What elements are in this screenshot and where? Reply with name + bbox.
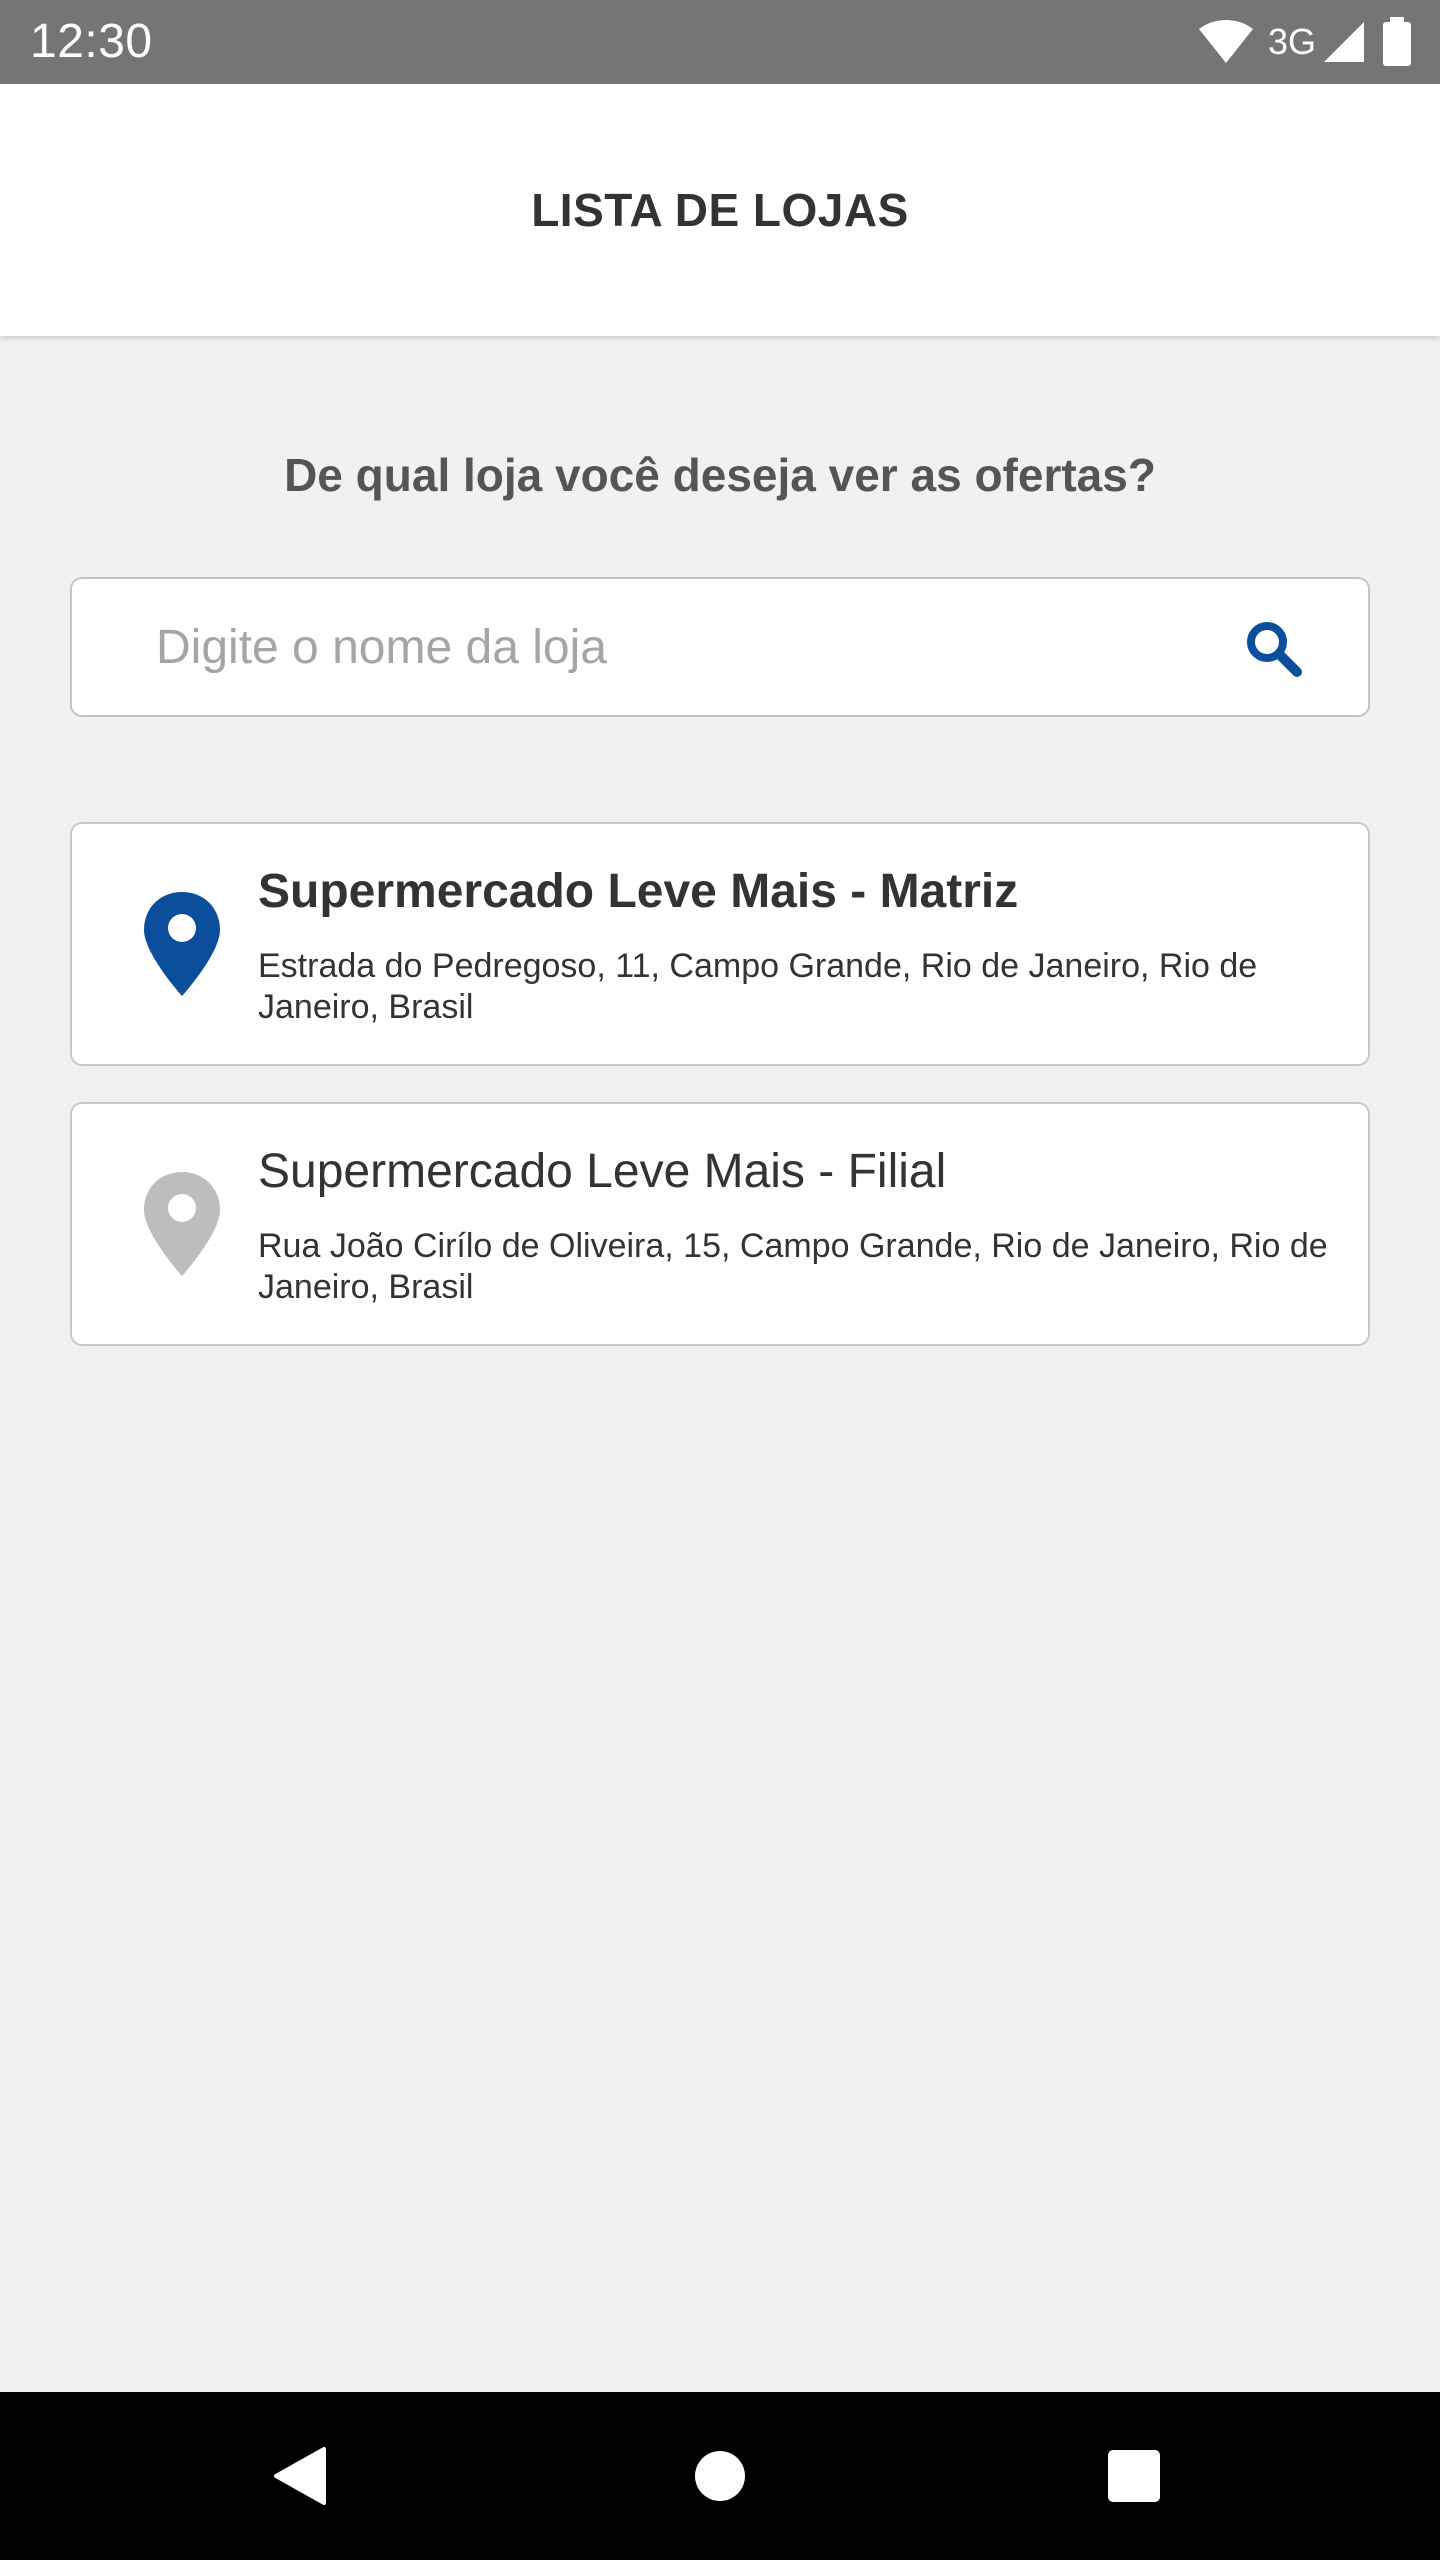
store-address: Rua João Cirílo de Oliveira, 15, Campo G… xyxy=(258,1227,1328,1306)
store-card-matriz[interactable]: Supermercado Leve Mais - Matriz Estrada … xyxy=(70,822,1370,1066)
store-search-input[interactable] xyxy=(156,579,1216,715)
store-search-box[interactable] xyxy=(70,577,1370,717)
store-name: Supermercado Leve Mais - Matriz xyxy=(258,865,1019,918)
status-bar: 12:30 3G xyxy=(0,0,1440,84)
home-button[interactable] xyxy=(640,2392,800,2560)
search-icon[interactable] xyxy=(1242,617,1304,679)
store-card-filial[interactable]: Supermercado Leve Mais - Filial Rua João… xyxy=(70,1102,1370,1346)
store-address: Estrada do Pedregoso, 11, Campo Grande, … xyxy=(258,947,1258,1026)
status-icons: 3G xyxy=(1198,14,1414,70)
back-icon xyxy=(274,2447,326,2505)
recents-icon xyxy=(1108,2450,1160,2502)
app-bar: LISTA DE LOJAS xyxy=(0,84,1440,336)
back-button[interactable] xyxy=(220,2392,380,2560)
system-nav-bar xyxy=(0,2392,1440,2560)
store-question-heading: De qual loja você deseja ver as ofertas? xyxy=(284,449,1156,501)
recents-button[interactable] xyxy=(1054,2392,1214,2560)
status-time: 12:30 xyxy=(30,15,153,68)
cell-signal-icon xyxy=(1324,22,1364,62)
store-name: Supermercado Leve Mais - Filial xyxy=(258,1145,947,1198)
wifi-icon xyxy=(1198,20,1253,63)
network-type-label: 3G xyxy=(1267,21,1316,62)
home-icon xyxy=(695,2451,745,2501)
page-title: LISTA DE LOJAS xyxy=(531,184,909,236)
location-pin-icon xyxy=(144,892,220,996)
battery-icon xyxy=(1383,17,1411,66)
location-pin-icon xyxy=(144,1172,220,1276)
